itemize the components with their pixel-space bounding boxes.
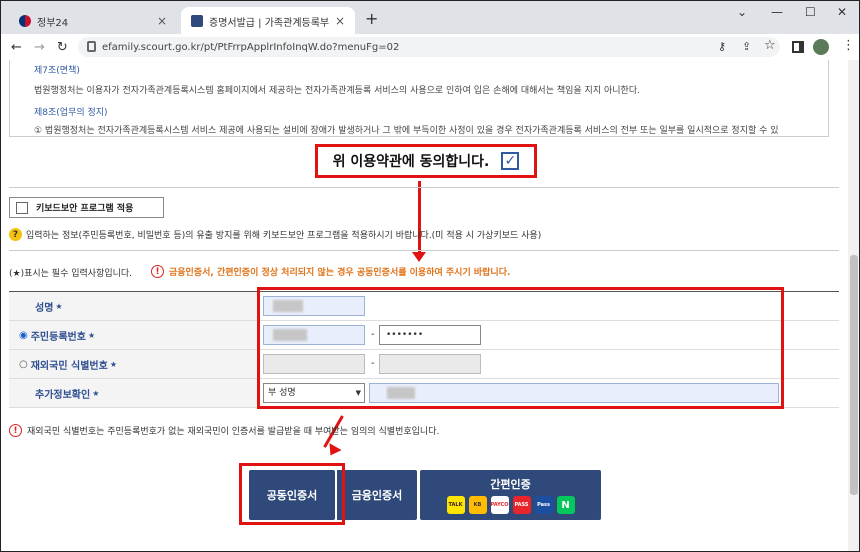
minimize-button[interactable]: —: [771, 5, 783, 19]
required-star: ★: [55, 301, 63, 311]
required-star: ★: [109, 359, 117, 369]
terms-heading-7: 제7조(면책): [34, 66, 80, 76]
name-label: 성명 ★: [9, 292, 257, 320]
terms-heading-8: 제8조(업무의 정지): [34, 108, 108, 118]
forward-arrow-icon[interactable]: →: [34, 40, 45, 55]
agree-checkbox[interactable]: ✓: [501, 152, 520, 170]
simple-auth-label: 간편인증: [490, 478, 531, 491]
cert-warning: ! 금융인증서, 간편인증이 정상 처리되지 않는 경우 공동인증서를 이용하여…: [151, 265, 510, 278]
sidepanel-icon[interactable]: [792, 41, 804, 53]
tab-label: 증명서발급 | 가족관계등록부 |: [209, 17, 329, 29]
tab-gov24[interactable]: 정부24 ×: [9, 7, 177, 35]
address-bar[interactable]: efamily.scourt.go.kr/pt/PtFrrpApplrInfoI…: [78, 37, 780, 57]
cert-warning-text: 금융인증서, 간편인증이 정상 처리되지 않는 경우 공동인증서를 이용하여 주…: [169, 268, 511, 278]
provider-icons: TALK KB PAYCO PASS Pass N: [445, 496, 577, 514]
arrow-head-icon: [412, 252, 426, 262]
exclamation-icon: !: [9, 424, 22, 437]
share-icon[interactable]: ⇪: [742, 40, 751, 53]
rrn-label-text: 주민등록번호: [30, 331, 86, 343]
exclamation-icon: !: [151, 265, 164, 278]
gov24-favicon-icon: [19, 15, 31, 27]
keyboard-security-label: 키보드보안 프로그램 적용: [36, 204, 134, 214]
keyboard-notice: ? 입력하는 정보(주민등록번호, 비밀번호 등)의 유출 방지를 위해 키보드…: [9, 228, 541, 241]
arrow-head-icon: [324, 443, 342, 459]
tab-efamily[interactable]: 증명서발급 | 가족관계등록부 | ×: [181, 7, 355, 35]
divider: [9, 250, 839, 251]
required-note-text: (★)표시는 필수 입력사항입니다.: [9, 269, 133, 279]
maximize-button[interactable]: ☐: [805, 5, 816, 19]
divider: [9, 187, 839, 188]
keyboard-security-button[interactable]: 키보드보안 프로그램 적용: [9, 197, 164, 218]
agree-label: 위 이용약관에 동의합니다.: [332, 154, 490, 170]
radio-icon[interactable]: ○: [19, 359, 28, 370]
kb-icon: KB: [468, 496, 487, 514]
window-close-button[interactable]: ✕: [837, 5, 847, 19]
scrollbar-thumb[interactable]: [850, 255, 858, 495]
foreign-note-text: 재외국민 식별번호는 주민등록번호가 없는 재외국민이 인증서를 발급받을 때 …: [27, 427, 440, 437]
agree-checkbox-highlight[interactable]: 위 이용약관에 동의합니다. ✓: [315, 144, 537, 178]
required-star: ★: [87, 330, 96, 340]
samsung-pass-icon: Pass: [534, 496, 553, 514]
menu-kebab-icon[interactable]: ⋮: [842, 38, 855, 53]
extra-label-text: 추가정보확인: [35, 389, 91, 401]
payco-icon: PAYCO: [490, 496, 509, 514]
profile-avatar[interactable]: [813, 39, 829, 55]
browser-tab-bar: 정부24 × 증명서발급 | 가족관계등록부 | × + ⌄ — ☐ ✕: [0, 0, 860, 35]
naver-icon: N: [556, 496, 575, 514]
url-text: efamily.scourt.go.kr/pt/PtFrrpApplrInfoI…: [102, 41, 400, 53]
back-arrow-icon[interactable]: ←: [11, 40, 22, 55]
foreign-label-text: 재외국민 식별번호: [30, 360, 108, 372]
terms-text-7: 법원행정처는 이용자가 전자가족관계등록시스템 홈페이지에서 제공하는 전자가족…: [34, 86, 640, 96]
simple-auth-button[interactable]: 간편인증 TALK KB PAYCO PASS Pass N: [420, 470, 601, 520]
radio-selected-icon[interactable]: ◉: [19, 330, 28, 341]
form-highlight: [257, 287, 784, 409]
required-note: (★)표시는 필수 입력사항입니다.: [9, 266, 132, 279]
checkbox-icon: [16, 201, 28, 214]
financial-cert-button[interactable]: 금융인증서: [335, 470, 417, 520]
new-tab-button[interactable]: +: [365, 9, 378, 28]
joint-cert-highlight: [239, 463, 345, 525]
reload-icon[interactable]: ↻: [57, 40, 68, 55]
annotation-arrow: [418, 181, 421, 256]
name-label-text: 성명: [35, 302, 54, 314]
extra-label: 추가정보확인 ★: [9, 379, 257, 407]
tab-search-icon[interactable]: ⌄: [737, 5, 747, 19]
rrn-label: ◉ 주민등록번호 ★: [9, 321, 257, 349]
pass-icon: PASS: [512, 496, 531, 514]
terms-text-8: ① 법원행정처는 전자가족관계등록시스템 서비스 제공에 사용되는 설비에 장애…: [34, 126, 779, 136]
required-star: ★: [92, 388, 100, 398]
close-icon[interactable]: ×: [335, 14, 345, 28]
tab-label: 정부24: [37, 17, 69, 29]
terms-box: 제7조(면책) 법원행정처는 이용자가 전자가족관계등록시스템 홈페이지에서 제…: [9, 60, 829, 137]
keyboard-notice-text: 입력하는 정보(주민등록번호, 비밀번호 등)의 유출 방지를 위해 키보드보안…: [26, 231, 542, 241]
key-icon[interactable]: ⚷: [718, 40, 726, 53]
foreign-label: ○ 재외국민 식별번호 ★: [9, 350, 257, 378]
close-icon[interactable]: ×: [157, 14, 167, 28]
lock-icon: [87, 41, 96, 52]
court-favicon-icon: [191, 15, 203, 27]
question-icon: ?: [9, 228, 22, 241]
page-content: 제7조(면책) 법원행정처는 이용자가 전자가족관계등록시스템 홈페이지에서 제…: [0, 60, 860, 552]
bookmark-star-icon[interactable]: ☆: [764, 38, 776, 53]
foreign-note: ! 재외국민 식별번호는 주민등록번호가 없는 재외국민이 인증서를 발급받을 …: [9, 424, 439, 437]
kakao-icon: TALK: [446, 496, 465, 514]
